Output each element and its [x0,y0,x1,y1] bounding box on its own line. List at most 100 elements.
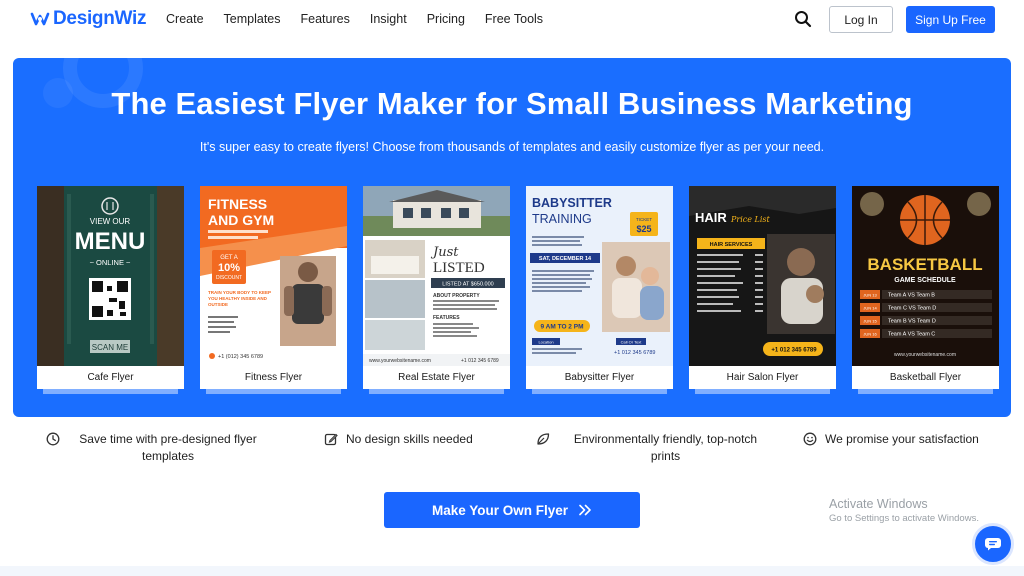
card-shadow [43,389,178,394]
fitness-badge-3: DISCOUNT [216,275,242,281]
card-shadow [532,389,667,394]
fitness-text-2: AND GYM [208,212,274,228]
baby-phone: +1 012 345 6789 [614,350,655,356]
re-price: LISTED AT $650.000 [442,282,493,288]
flyer-card-label-basketball: Basketball Flyer [852,366,999,389]
feature-label: No design skills needed [346,432,473,446]
hair-text-1: HAIR [695,210,727,225]
re-text-1: Just [430,245,459,260]
re-phone: +1 012 345 6789 [461,358,499,364]
fitness-badge-2: 10% [218,262,240,274]
card-shadow [206,389,341,394]
card-shadow [858,389,993,394]
baby-loc: Location [538,340,553,345]
baby-text-2: TRAINING [532,212,592,226]
hair-phone: +1 012 345 6789 [771,348,817,354]
flyer-card-cafe[interactable]: VIEW OUR MENU ~ ONLINE ~ SCAN ME Cafe Fl… [37,186,184,394]
flyer-card-babysitter[interactable]: BABYSITTER TRAINING TICKET $25 SAT, DECE… [526,186,673,394]
cafe-text-2: MENU [75,228,146,255]
signup-button[interactable]: Sign Up Free [906,6,995,33]
bb-d2: JUN 14 [863,306,877,311]
make-your-own-flyer-button[interactable]: Make Your Own Flyer [384,492,640,528]
baby-call: Call Or Text [621,340,643,345]
bb-row1: Team A VS Team B [888,293,935,299]
flyer-card-label-babysitter: Babysitter Flyer [526,366,673,389]
baby-ticket-2: $25 [636,224,651,234]
nav-link-templates[interactable]: Templates [224,12,281,26]
next-section-edge [0,566,1024,576]
search-icon[interactable] [794,10,812,28]
nav-link-insight[interactable]: Insight [370,12,407,26]
re-text-3: ABOUT PROPERTY [433,293,480,299]
nav-link-features[interactable]: Features [301,12,350,26]
flyer-card-basketball[interactable]: BASKETBALL GAME SCHEDULE JUN 13 Team A V… [852,186,999,394]
feature-satisfaction: We promise your satisfaction [803,431,1003,448]
feature-label: Environmentally friendly, top-notch prin… [573,432,758,463]
flyer-card-label-cafe: Cafe Flyer [37,366,184,389]
flyer-card-label-hair-salon: Hair Salon Flyer [689,366,836,389]
nav-link-pricing[interactable]: Pricing [427,12,465,26]
flyer-card-fitness[interactable]: FITNESS AND GYM GET A 10% DISCOUNT TRAIN… [200,186,347,394]
feature-eco: Environmentally friendly, top-notch prin… [536,431,776,465]
hero-section: The Easiest Flyer Maker for Small Busine… [13,58,1011,417]
flyer-card-label-real-estate: Real Estate Flyer [363,366,510,389]
logo[interactable]: DesignWiz [30,8,147,30]
logo-text: DesignWiz [53,8,147,29]
bb-text-1: BASKETBALL [867,255,982,274]
fitness-phone: +1 (012) 345 6789 [218,354,263,360]
chat-widget-button[interactable] [972,523,1014,565]
feature-label: Save time with pre-designed flyer templa… [79,432,257,463]
bb-web: www.yourwebsitename.com [894,352,956,358]
activate-windows-watermark: Activate Windows Go to Settings to activ… [829,497,979,524]
hero-title: The Easiest Flyer Maker for Small Busine… [111,86,913,121]
cta-label: Make Your Own Flyer [431,502,569,518]
flyer-thumbnail-fitness: FITNESS AND GYM GET A 10% DISCOUNT TRAIN… [200,186,347,366]
bb-row4: Team A VS Team C [888,332,935,338]
flyer-cards: VIEW OUR MENU ~ ONLINE ~ SCAN ME Cafe Fl… [37,186,1003,394]
flyer-thumbnail-cafe: VIEW OUR MENU ~ ONLINE ~ SCAN ME [37,186,184,366]
card-shadow [695,389,830,394]
cafe-text-4: SCAN ME [92,343,128,352]
clock-icon [46,432,60,446]
flyer-card-real-estate[interactable]: Just LISTED LISTED AT $650.000 ABOUT PRO… [363,186,510,394]
baby-ticket-1: TICKET [636,217,652,222]
bb-row3: Team B VS Team D [888,319,936,325]
flyer-card-hair-salon[interactable]: HAIR Price List HAIR SERVICES +1 012 345… [689,186,836,394]
feature-label: We promise your satisfaction [825,432,979,446]
login-button[interactable]: Log In [829,6,893,33]
bb-d4: JUN 16 [863,332,877,337]
bb-row2: Team C VS Team D [888,306,936,312]
hero-subtitle: It's super easy to create flyers! Choose… [199,140,825,154]
edit-icon [324,433,338,446]
re-text-4: FEATURES [433,315,460,321]
logo-icon [30,12,50,26]
feature-no-skills: No design skills needed [324,431,494,448]
bb-d3: JUN 15 [863,319,877,324]
chat-icon [985,538,1001,551]
nav-link-free-tools[interactable]: Free Tools [485,12,543,26]
flyer-thumbnail-real-estate: Just LISTED LISTED AT $650.000 ABOUT PRO… [363,186,510,366]
leaf-icon [537,433,550,445]
re-text-2: LISTED [433,260,485,276]
double-chevron-right-icon [579,504,591,516]
baby-time: 9 AM TO 2 PM [541,324,584,331]
cafe-text-1: VIEW OUR [90,217,131,226]
fitness-text-1: FITNESS [208,196,267,212]
flyer-card-label-fitness: Fitness Flyer [200,366,347,389]
baby-text-1: BABYSITTER [532,196,612,210]
watermark-line-1: Activate Windows [829,497,928,511]
re-web: www.yourwebsitename.com [369,358,431,364]
card-shadow [369,389,504,394]
bb-text-2: GAME SCHEDULE [894,277,956,284]
nav-link-create[interactable]: Create [166,12,204,26]
flyer-thumbnail-basketball: BASKETBALL GAME SCHEDULE JUN 13 Team A V… [852,186,999,366]
hair-text-2: Price List [730,215,771,224]
feature-save-time: Save time with pre-designed flyer templa… [46,431,276,465]
hair-text-3: HAIR SERVICES [710,242,753,248]
cafe-text-3: ~ ONLINE ~ [90,258,131,267]
bb-d1: JUN 13 [863,293,877,298]
flyer-thumbnail-babysitter: BABYSITTER TRAINING TICKET $25 SAT, DECE… [526,186,673,366]
baby-date: SAT, DECEMBER 14 [539,256,592,262]
fitness-badge-1: GET A [220,255,238,261]
watermark-line-2: Go to Settings to activate Windows. [829,513,979,524]
